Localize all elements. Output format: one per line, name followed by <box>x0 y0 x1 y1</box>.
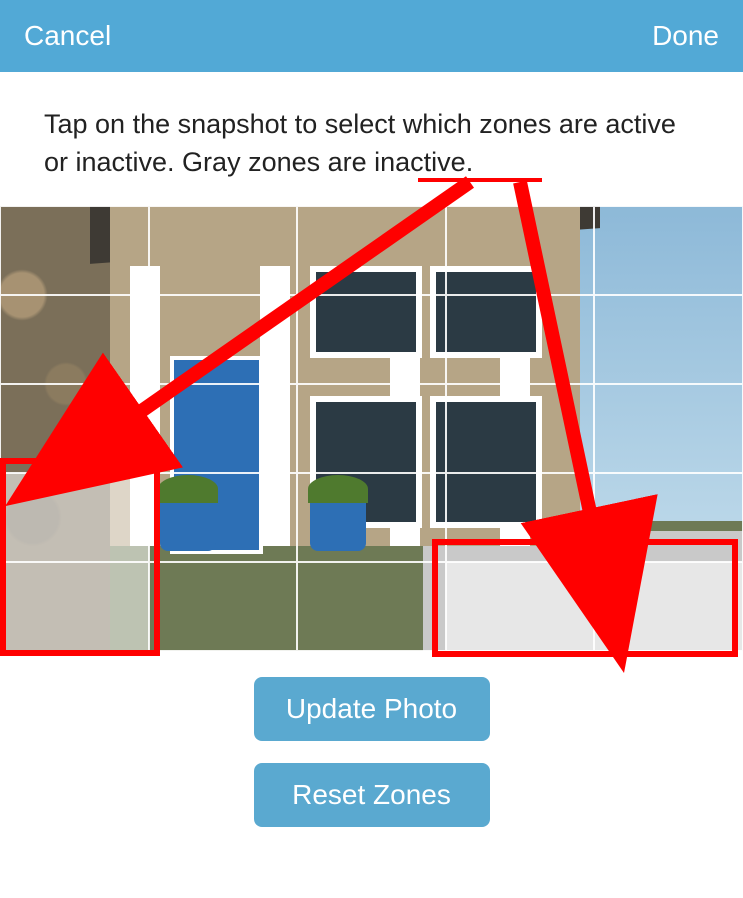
zone-cell-r4c4[interactable] <box>594 562 743 651</box>
zone-cell-r2c2[interactable] <box>297 384 446 473</box>
zone-cell-r2c3[interactable] <box>446 384 595 473</box>
cancel-button[interactable]: Cancel <box>24 20 111 52</box>
zone-cell-r1c2[interactable] <box>297 295 446 384</box>
instructions-text: Tap on the snapshot to select which zone… <box>0 72 743 206</box>
zone-cell-r4c2[interactable] <box>297 562 446 651</box>
zone-cell-r0c3[interactable] <box>446 206 595 295</box>
zone-cell-r1c3[interactable] <box>446 295 595 384</box>
zone-cell-r4c1[interactable] <box>149 562 298 651</box>
zone-cell-r0c1[interactable] <box>149 206 298 295</box>
reset-zones-button[interactable]: Reset Zones <box>254 763 490 827</box>
navbar: Cancel Done <box>0 0 743 72</box>
snapshot-area <box>0 206 743 651</box>
annotation-underline <box>418 178 542 182</box>
update-photo-button[interactable]: Update Photo <box>254 677 490 741</box>
zone-cell-r2c4[interactable] <box>594 384 743 473</box>
zone-cell-r1c4[interactable] <box>594 295 743 384</box>
done-button[interactable]: Done <box>652 20 719 52</box>
zone-cell-r0c4[interactable] <box>594 206 743 295</box>
button-row: Update Photo Reset Zones <box>0 677 743 827</box>
zone-cell-r2c0[interactable] <box>0 384 149 473</box>
zone-cell-r0c2[interactable] <box>297 206 446 295</box>
zone-cell-r1c0[interactable] <box>0 295 149 384</box>
zone-cell-r1c1[interactable] <box>149 295 298 384</box>
zone-cell-r3c4[interactable] <box>594 473 743 562</box>
zone-cell-r4c3[interactable] <box>446 562 595 651</box>
zone-cell-r2c1[interactable] <box>149 384 298 473</box>
zone-cell-r3c3[interactable] <box>446 473 595 562</box>
zone-cell-r4c0[interactable] <box>0 562 149 651</box>
zone-cell-r3c2[interactable] <box>297 473 446 562</box>
zone-grid <box>0 206 743 651</box>
zone-cell-r0c0[interactable] <box>0 206 149 295</box>
zone-cell-r3c1[interactable] <box>149 473 298 562</box>
zone-cell-r3c0[interactable] <box>0 473 149 562</box>
